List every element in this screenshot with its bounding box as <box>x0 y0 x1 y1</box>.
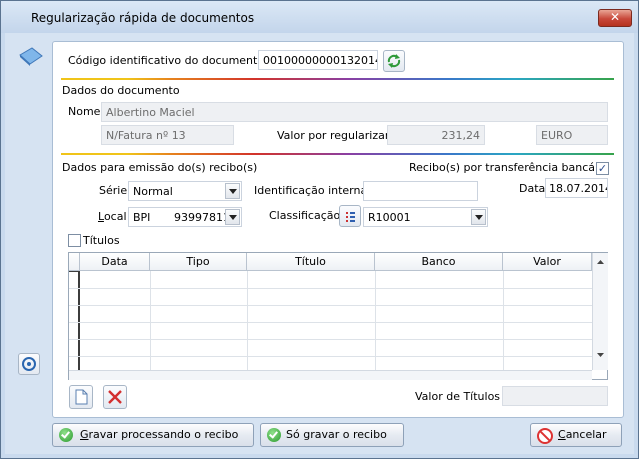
so-gravar-button[interactable]: Só gravar o recibo <box>260 423 404 447</box>
cancel-icon <box>537 428 553 444</box>
gravar-processando-label: Gravar processando o recibo <box>80 428 239 441</box>
section-divider <box>61 78 614 80</box>
list-icon <box>346 212 355 222</box>
title-bar[interactable]: Regularização rápida de documentos ✕ <box>1 1 638 33</box>
serie-select[interactable]: Normal <box>128 181 242 201</box>
classificacao-value: R10001 <box>368 211 411 224</box>
document-eraser-icon <box>19 47 43 66</box>
scroll-down-icon[interactable] <box>593 349 608 361</box>
transferencia-checkbox[interactable]: ✓ <box>596 162 609 175</box>
column-header-titulo[interactable]: Título <box>247 253 375 271</box>
titulos-checkbox[interactable] <box>68 234 81 247</box>
data-field[interactable]: 18.07.2014 <box>545 178 608 198</box>
emissao-title: Dados para emissão do(s) recibo(s) <box>62 161 258 174</box>
dados-documento-title: Dados do documento <box>62 84 180 97</box>
valor-titulos-label: Valor de Títulos <box>415 390 501 403</box>
identificacao-label: Identificação interna <box>254 184 368 197</box>
column-header-tipo[interactable]: Tipo <box>150 253 247 271</box>
valor-regularizar-field: 231,24 <box>387 125 485 145</box>
vertical-scrollbar[interactable] <box>592 253 608 370</box>
moeda-field: EURO <box>536 125 608 145</box>
chevron-down-icon[interactable] <box>225 209 240 225</box>
titulos-table[interactable]: Data Tipo Título Banco Valor <box>68 252 608 380</box>
delete-titulo-button[interactable] <box>103 385 127 409</box>
column-header-valor[interactable]: Valor <box>503 253 592 271</box>
cancelar-label: Cancelar <box>558 428 607 441</box>
check-icon <box>267 428 281 442</box>
transferencia-label: Recibo(s) por transferência bancária <box>409 161 610 174</box>
check-icon <box>59 428 73 442</box>
refresh-doc-button[interactable] <box>383 50 405 72</box>
scroll-up-icon[interactable] <box>593 256 608 268</box>
new-document-icon <box>75 389 88 405</box>
new-titulo-button[interactable] <box>69 385 93 409</box>
cancelar-button[interactable]: Cancelar <box>530 423 622 447</box>
local-label: Local <box>98 210 127 223</box>
row-indicator-header <box>69 253 80 271</box>
classificacao-list-button[interactable] <box>339 205 361 227</box>
classificacao-label: Classificação <box>269 209 341 222</box>
chevron-down-icon[interactable] <box>471 209 486 225</box>
chevron-down-icon[interactable] <box>225 183 240 199</box>
serie-value: Normal <box>133 185 173 198</box>
close-button[interactable]: ✕ <box>598 9 632 27</box>
window-title: Regularização rápida de documentos <box>31 11 255 25</box>
gravar-processando-button[interactable]: Gravar processando o recibo <box>52 423 254 447</box>
nome-field: Albertino Maciel <box>101 102 608 122</box>
data-label: Data <box>519 182 546 195</box>
dialog-window: Regularização rápida de documentos ✕ Cód… <box>0 0 639 459</box>
column-header-banco[interactable]: Banco <box>375 253 503 271</box>
doc-id-label: Código identificativo do documento <box>68 54 265 67</box>
local-value: BPI <box>133 211 151 224</box>
valor-titulos-field <box>502 386 608 406</box>
help-icon <box>22 357 36 371</box>
so-gravar-label: Só gravar o recibo <box>286 428 387 441</box>
horizontal-scrollbar[interactable] <box>69 370 592 380</box>
doc-id-field[interactable]: 00100000000132014 <box>258 50 378 70</box>
section-divider-2 <box>61 153 614 155</box>
delete-icon <box>108 390 122 404</box>
classificacao-select[interactable]: R10001 <box>363 207 488 227</box>
valor-regularizar-label: Valor por regularizar <box>277 129 390 142</box>
fatura-field: N/Fatura nº 13 <box>101 125 234 145</box>
refresh-icon <box>387 54 401 68</box>
titulos-label: Títulos <box>83 234 120 247</box>
nome-label: Nome <box>68 105 101 118</box>
local-select[interactable]: BPI 93997811 <box>128 207 242 227</box>
help-button[interactable] <box>18 353 40 375</box>
column-header-data[interactable]: Data <box>80 253 150 271</box>
identificacao-field[interactable] <box>363 181 478 201</box>
local-number: 93997811 <box>174 211 230 224</box>
serie-label: Série <box>99 184 128 197</box>
